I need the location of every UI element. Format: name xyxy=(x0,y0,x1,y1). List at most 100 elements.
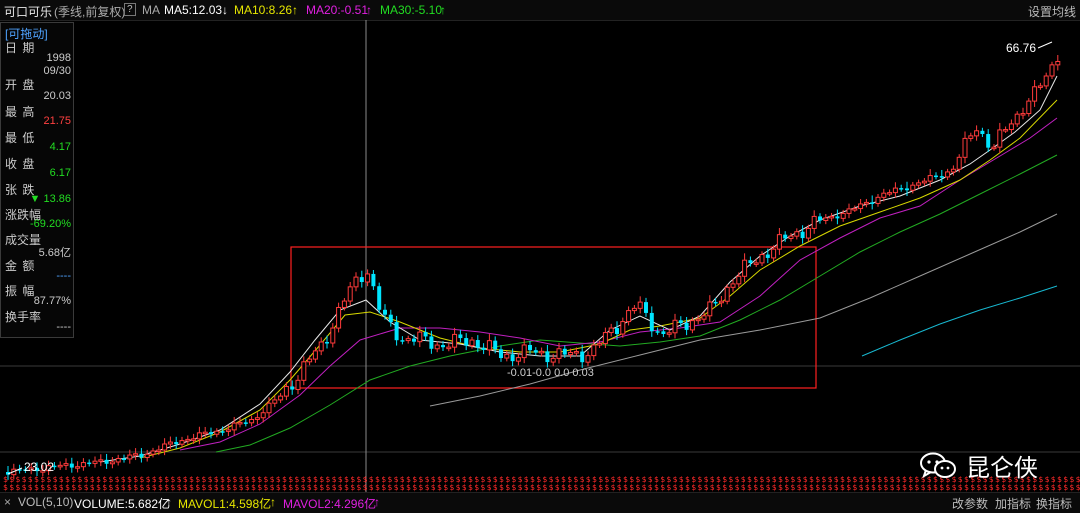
ex-dividend-marker: $ xyxy=(276,483,281,492)
candle-body xyxy=(104,459,109,464)
candle-body xyxy=(290,386,295,390)
close-value: 6.17 xyxy=(49,167,71,179)
ex-dividend-marker: $ xyxy=(846,483,851,492)
indicator-name[interactable]: MA xyxy=(142,3,160,17)
bar-info-panel[interactable]: [可拖动] 日 期 1998 09/30 开 盘 20.03 最 高 21.75… xyxy=(0,22,74,338)
candle-body xyxy=(231,422,237,431)
ex-dividend-marker: $ xyxy=(555,483,560,492)
ex-dividend-marker: $ xyxy=(983,483,988,492)
ex-dividend-marker: $ xyxy=(3,483,8,492)
date-year: 1998 xyxy=(46,52,71,64)
volume-readout: VOLUME:5.682亿 xyxy=(74,497,171,511)
candle-body xyxy=(464,338,469,346)
ex-dividend-marker: $ xyxy=(722,483,727,492)
help-button[interactable]: ? xyxy=(124,3,136,16)
candle-body xyxy=(974,130,980,137)
ex-dividend-marker: $ xyxy=(158,483,163,492)
ex-dividend-marker: $ xyxy=(536,483,541,492)
ma30-value: MA30:-5.10 xyxy=(380,3,443,17)
ex-dividend-marker: $ xyxy=(201,483,206,492)
ex-dividend-marker: $ xyxy=(189,483,194,492)
ex-dividend-marker: $ xyxy=(394,483,399,492)
ex-dividend-marker: $ xyxy=(208,483,213,492)
candle-body xyxy=(644,302,648,313)
ex-dividend-marker: $ xyxy=(164,483,169,492)
ex-dividend-marker: $ xyxy=(400,483,405,492)
ex-dividend-marker: $ xyxy=(369,483,374,492)
ex-dividend-marker: $ xyxy=(679,483,684,492)
high-label: 最 高 xyxy=(5,105,36,119)
ex-dividend-marker: $ xyxy=(108,483,113,492)
candle-body xyxy=(707,301,713,317)
candle-body xyxy=(916,182,922,186)
ex-dividend-marker: $ xyxy=(418,483,423,492)
ex-dividend-marker: $ xyxy=(344,483,349,492)
high-value: 21.75 xyxy=(43,115,71,127)
ex-dividend-marker: $ xyxy=(96,483,101,492)
ex-dividend-marker: $ xyxy=(46,483,51,492)
candle-body xyxy=(927,175,933,182)
stock-name[interactable]: 可口可乐 xyxy=(4,3,52,20)
candle-body xyxy=(1020,113,1026,116)
ex-dividend-marker: $ xyxy=(77,483,82,492)
candle-body xyxy=(127,454,133,460)
ex-dividend-marker: $ xyxy=(809,483,814,492)
candle-body xyxy=(1014,113,1020,125)
candle-body xyxy=(493,340,498,350)
ex-dividend-marker: $ xyxy=(425,483,430,492)
ex-dividend-marker: $ xyxy=(456,483,461,492)
ex-dividend-marker: $ xyxy=(790,483,795,492)
ex-dividend-marker: $ xyxy=(288,483,293,492)
ex-dividend-marker: $ xyxy=(716,483,721,492)
candle-body xyxy=(776,234,782,250)
candle-body xyxy=(620,321,626,335)
candle-body xyxy=(504,353,510,359)
candle-body xyxy=(312,350,318,360)
date-label: 日 期 xyxy=(5,41,36,55)
close-label: 收 盘 xyxy=(5,157,36,171)
ex-dividend-marker: $ xyxy=(195,483,200,492)
close-indicator-button[interactable]: × xyxy=(4,495,11,509)
candle-body xyxy=(666,332,672,335)
ex-dividend-marker: $ xyxy=(1063,483,1068,492)
ex-dividend-marker: $ xyxy=(623,483,628,492)
candle-body xyxy=(196,432,202,440)
candle-body xyxy=(57,464,63,468)
candle-body xyxy=(202,431,208,435)
switch-indicator-button[interactable]: 换指标 xyxy=(1036,495,1072,512)
ex-dividend-marker: $ xyxy=(871,483,876,492)
candle-body xyxy=(330,327,336,344)
ex-dividend-marker: $ xyxy=(381,483,386,492)
ex-dividend-marker: $ xyxy=(22,483,27,492)
add-indicator-button[interactable]: 加指标 xyxy=(995,495,1031,512)
watermark-text: 昆仑侠 xyxy=(966,454,1038,482)
candlestick-chart[interactable]: 66.76 23.02 -0.01-0.0 0.0 0.03 $$$$$$$$$… xyxy=(0,20,1080,492)
ex-dividend-marker: $ xyxy=(437,483,442,492)
ex-dividend-marker: $ xyxy=(251,483,256,492)
ex-dividend-marker: $ xyxy=(772,483,777,492)
ex-dividend-marker: $ xyxy=(908,483,913,492)
ex-dividend-marker: $ xyxy=(177,483,182,492)
ex-dividend-marker: $ xyxy=(232,483,237,492)
candle-body xyxy=(794,231,800,237)
candle-body xyxy=(260,412,266,419)
change-params-button[interactable]: 改参数 xyxy=(952,495,988,512)
candle-body xyxy=(956,156,962,170)
ex-dividend-marker: $ xyxy=(921,483,926,492)
ex-dividend-marker: $ xyxy=(710,483,715,492)
ma-cyan-line xyxy=(861,285,1058,357)
ex-dividend-marker: $ xyxy=(927,483,932,492)
ma10-arrow-icon: ↑ xyxy=(292,3,298,17)
candle-body xyxy=(1008,123,1014,131)
candle-body xyxy=(626,310,632,323)
settings-ma-button[interactable]: 设置均线 xyxy=(1028,3,1076,20)
candle-body xyxy=(835,216,840,219)
indicator-name[interactable]: VOL(5,10) xyxy=(18,495,73,509)
ex-dividend-marker: $ xyxy=(685,483,690,492)
ex-dividend-marker: $ xyxy=(747,483,752,492)
candle-body xyxy=(225,429,231,432)
ex-dividend-marker: $ xyxy=(152,483,157,492)
ex-dividend-marker: $ xyxy=(803,483,808,492)
candle-body xyxy=(823,217,829,221)
low-value: 4.17 xyxy=(49,141,71,153)
